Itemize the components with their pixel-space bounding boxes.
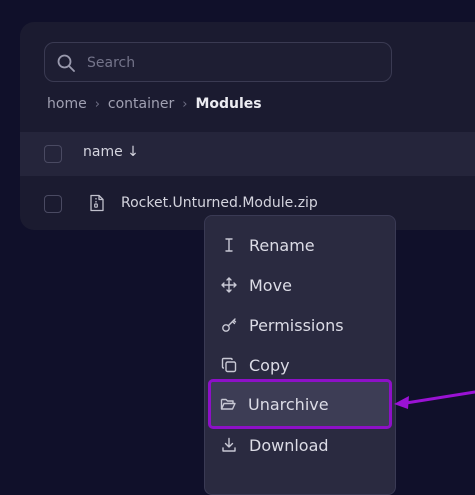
row-checkbox[interactable] xyxy=(44,195,62,213)
context-menu: Rename Move Permissions Copy Unarchive D… xyxy=(204,215,396,495)
file-manager-panel: home › container › Modules name ↓ Rocket… xyxy=(20,22,475,230)
breadcrumb-container[interactable]: container xyxy=(108,96,174,112)
move-arrows-icon xyxy=(221,277,237,293)
file-name[interactable]: Rocket.Unturned.Module.zip xyxy=(121,195,318,211)
table-header: name ↓ xyxy=(20,132,475,176)
menu-item-permissions[interactable]: Permissions xyxy=(209,307,391,343)
annotation-arrow-icon xyxy=(394,390,475,409)
breadcrumb-home[interactable]: home xyxy=(47,96,87,112)
breadcrumb-current: Modules xyxy=(195,96,262,112)
search-input[interactable] xyxy=(85,43,379,83)
menu-item-label: Move xyxy=(249,275,292,295)
menu-item-label: Rename xyxy=(249,235,315,255)
menu-item-download[interactable]: Download xyxy=(209,427,391,463)
menu-item-label: Download xyxy=(249,435,329,455)
menu-item-label: Permissions xyxy=(249,315,344,335)
menu-item-unarchive[interactable]: Unarchive xyxy=(208,379,392,429)
key-icon xyxy=(222,318,237,332)
menu-item-label: Unarchive xyxy=(248,394,329,414)
chevron-right-icon: › xyxy=(182,96,188,112)
menu-item-label: Copy xyxy=(249,355,290,375)
download-icon xyxy=(222,437,236,452)
copy-icon xyxy=(221,357,237,373)
folder-open-icon xyxy=(220,398,236,410)
select-all-checkbox[interactable] xyxy=(44,145,62,163)
breadcrumb: home › container › Modules xyxy=(47,94,262,114)
zip-file-icon xyxy=(90,194,104,212)
search-icon xyxy=(57,54,75,72)
menu-item-move[interactable]: Move xyxy=(209,267,391,303)
menu-item-copy[interactable]: Copy xyxy=(209,347,391,383)
menu-item-rename[interactable]: Rename xyxy=(209,227,391,263)
search-box[interactable] xyxy=(44,42,392,83)
column-header-name[interactable]: name ↓ xyxy=(83,144,139,160)
text-cursor-icon xyxy=(225,238,233,252)
chevron-right-icon: › xyxy=(94,96,100,112)
